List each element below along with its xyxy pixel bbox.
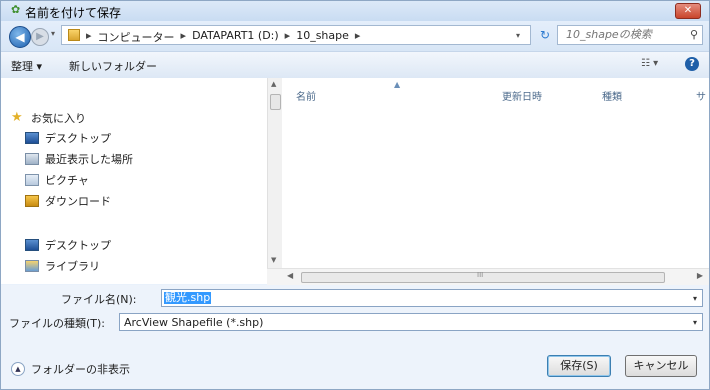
star-icon: ★ <box>11 110 23 125</box>
browser-body: ★ お気に入り デスクトップ 最近表示した場所 ピクチャ ダウンロード デスクト… <box>1 78 709 285</box>
library-icon <box>25 260 39 272</box>
search-icon[interactable]: ⚲ <box>690 28 698 41</box>
filename-label: ファイル名(N): <box>61 293 137 306</box>
hide-folders-label: フォルダーの非表示 <box>31 363 130 376</box>
scroll-thumb[interactable]: III <box>301 271 665 283</box>
window-title: 名前を付けて保存 <box>25 6 122 20</box>
cancel-button[interactable]: キャンセル <box>625 355 697 377</box>
nav-item-downloads[interactable]: ダウンロード <box>25 193 111 209</box>
nav-item-desktop-root[interactable]: デスクトップ <box>25 237 111 253</box>
column-header-type[interactable]: 種類 <box>602 88 622 103</box>
refresh-button[interactable]: ↻ <box>536 25 554 45</box>
filetype-dropdown-icon[interactable]: ▾ <box>693 318 697 327</box>
nav-item-library[interactable]: ライブラリ <box>25 258 100 274</box>
chevron-up-icon: ▲ <box>11 362 25 376</box>
navigation-pane: ★ お気に入り デスクトップ 最近表示した場所 ピクチャ ダウンロード デスクト… <box>1 78 267 284</box>
filetype-select[interactable]: ArcView Shapefile (*.shp) ▾ <box>119 313 703 331</box>
column-header-size[interactable]: サ <box>696 88 706 103</box>
file-list[interactable]: 名前 ▲ 更新日時 種類 サ <box>282 78 709 268</box>
address-bar[interactable]: ▸ コンピューター ▸ DATAPART1 (D:) ▸ 10_shape ▸ … <box>61 25 531 45</box>
navigation-bar: ◀ ▶ ▾ ▸ コンピューター ▸ DATAPART1 (D:) ▸ 10_sh… <box>1 21 709 51</box>
save-as-dialog: ✿ 名前を付けて保存 ✕ ◀ ▶ ▾ ▸ コンピューター ▸ DATAPART1… <box>0 0 710 390</box>
recent-places-icon <box>25 153 39 165</box>
breadcrumb: ▸ コンピューター ▸ DATAPART1 (D:) ▸ 10_shape ▸ <box>86 29 361 45</box>
nav-item-favorites[interactable]: ★ お気に入り <box>11 110 86 126</box>
filename-value[interactable]: 観光.shp <box>164 292 212 304</box>
column-header-name[interactable]: 名前 <box>296 88 316 103</box>
scroll-down-icon[interactable]: ▼ <box>271 256 276 264</box>
breadcrumb-drive[interactable]: DATAPART1 (D:) <box>192 29 279 45</box>
sort-indicator-icon: ▲ <box>394 80 401 89</box>
desktop-icon <box>25 239 39 251</box>
recent-pages-dropdown[interactable]: ▾ <box>51 29 55 38</box>
desktop-icon <box>25 132 39 144</box>
scroll-thumb[interactable] <box>270 94 281 110</box>
downloads-icon <box>25 195 39 207</box>
breadcrumb-computer[interactable]: コンピューター <box>98 29 175 45</box>
scroll-right-icon[interactable]: ▶ <box>697 271 703 280</box>
pictures-icon <box>25 174 39 186</box>
filetype-value: ArcView Shapefile (*.shp) <box>124 316 264 329</box>
filename-field[interactable]: 観光.shp ▾ <box>161 289 703 307</box>
help-button[interactable]: ? <box>685 57 699 71</box>
save-button[interactable]: 保存(S) <box>547 355 611 377</box>
scroll-up-icon[interactable]: ▲ <box>271 80 276 88</box>
scroll-left-icon[interactable]: ◀ <box>287 271 293 280</box>
grip-icon: III <box>477 271 484 279</box>
nav-item-recent-places[interactable]: 最近表示した場所 <box>25 151 133 167</box>
nav-item-desktop[interactable]: デスクトップ <box>25 130 111 146</box>
breadcrumb-folder[interactable]: 10_shape <box>296 29 349 45</box>
nav-vertical-scrollbar[interactable]: ▲ ▼ <box>267 78 282 268</box>
back-button[interactable]: ◀ <box>9 26 31 48</box>
close-button[interactable]: ✕ <box>675 3 701 19</box>
new-folder-button[interactable]: 新しいフォルダー <box>69 58 157 74</box>
nav-item-pictures[interactable]: ピクチャ <box>25 172 89 188</box>
hide-folders-toggle[interactable]: ▲ フォルダーの非表示 <box>11 361 130 377</box>
search-input[interactable] <box>558 26 678 42</box>
column-header-modified[interactable]: 更新日時 <box>502 88 542 103</box>
app-icon: ✿ <box>11 3 21 16</box>
search-box[interactable]: ⚲ <box>557 25 703 45</box>
title-bar: ✿ 名前を付けて保存 ✕ <box>1 1 709 21</box>
view-options-button[interactable]: ☷ ▾ <box>641 58 658 69</box>
organize-button[interactable]: 整理 ▾ <box>11 58 42 74</box>
filetype-label: ファイルの種類(T): <box>9 317 106 330</box>
folder-icon <box>68 29 80 41</box>
filename-dropdown-icon[interactable]: ▾ <box>693 294 697 303</box>
forward-button[interactable]: ▶ <box>31 28 49 46</box>
address-dropdown-icon[interactable]: ▾ <box>516 31 520 40</box>
file-list-horizontal-scrollbar[interactable]: ◀ III ▶ <box>267 268 709 285</box>
save-form: ファイル名(N): 観光.shp ▾ ファイルの種類(T): ArcView S… <box>1 285 709 389</box>
command-bar: 整理 ▾ 新しいフォルダー ☷ ▾ ? <box>1 51 709 79</box>
